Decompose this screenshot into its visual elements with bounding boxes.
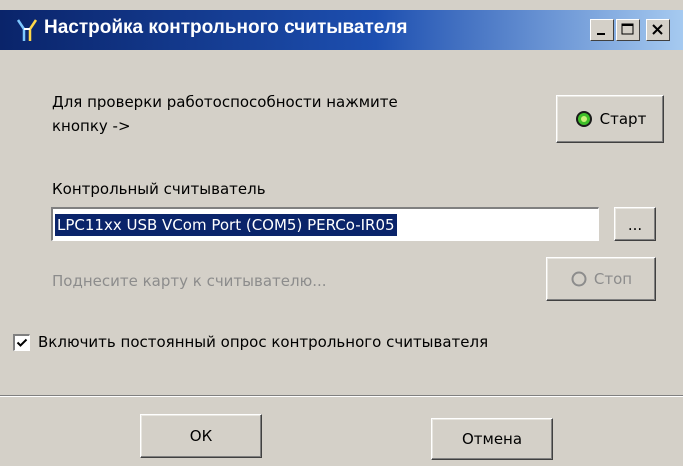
cancel-button[interactable]: Отмена (431, 418, 553, 460)
dialog-window: Настройка контрольного считывателя Для п… (0, 0, 683, 466)
green-circle-icon (575, 111, 592, 127)
reader-value: LPC11xx USB VCom Port (COM5) PERCo-IR05 (55, 214, 397, 236)
checkmark-icon (16, 338, 28, 347)
minimize-icon (597, 33, 605, 35)
window-title: Настройка контрольного считывателя (44, 17, 408, 38)
minimize-button[interactable] (590, 19, 614, 41)
footer-separator (0, 395, 683, 397)
polling-checkbox-label: Включить постоянный опрос контрольного с… (38, 333, 489, 351)
stop-button-label: Стоп (593, 270, 633, 288)
app-icon (16, 19, 38, 41)
start-button-label: Старт (599, 110, 647, 128)
instruction-line1: Для проверки работоспособности нажмите (52, 93, 398, 111)
ok-button-label: ОК (189, 427, 213, 445)
hint-text: Поднесите карту к считывателю... (52, 272, 327, 290)
stop-button[interactable]: Стоп (546, 257, 656, 301)
instruction-line2: кнопку -> (52, 117, 131, 135)
start-button[interactable]: Старт (556, 95, 664, 143)
maximize-button[interactable] (616, 19, 640, 41)
close-button[interactable] (646, 19, 670, 41)
browse-button-label: ... (627, 216, 643, 234)
close-icon (652, 24, 663, 35)
maximize-icon (621, 23, 634, 35)
reader-label: Контрольный считыватель (52, 180, 266, 198)
polling-checkbox[interactable] (13, 334, 30, 351)
reader-field[interactable]: LPC11xx USB VCom Port (COM5) PERCo-IR05 (51, 207, 599, 241)
gray-circle-icon (571, 271, 587, 287)
browse-button[interactable]: ... (614, 207, 656, 241)
title-bar[interactable]: Настройка контрольного считывателя (0, 10, 683, 50)
ok-button[interactable]: ОК (140, 414, 262, 458)
cancel-button-label: Отмена (461, 430, 523, 448)
